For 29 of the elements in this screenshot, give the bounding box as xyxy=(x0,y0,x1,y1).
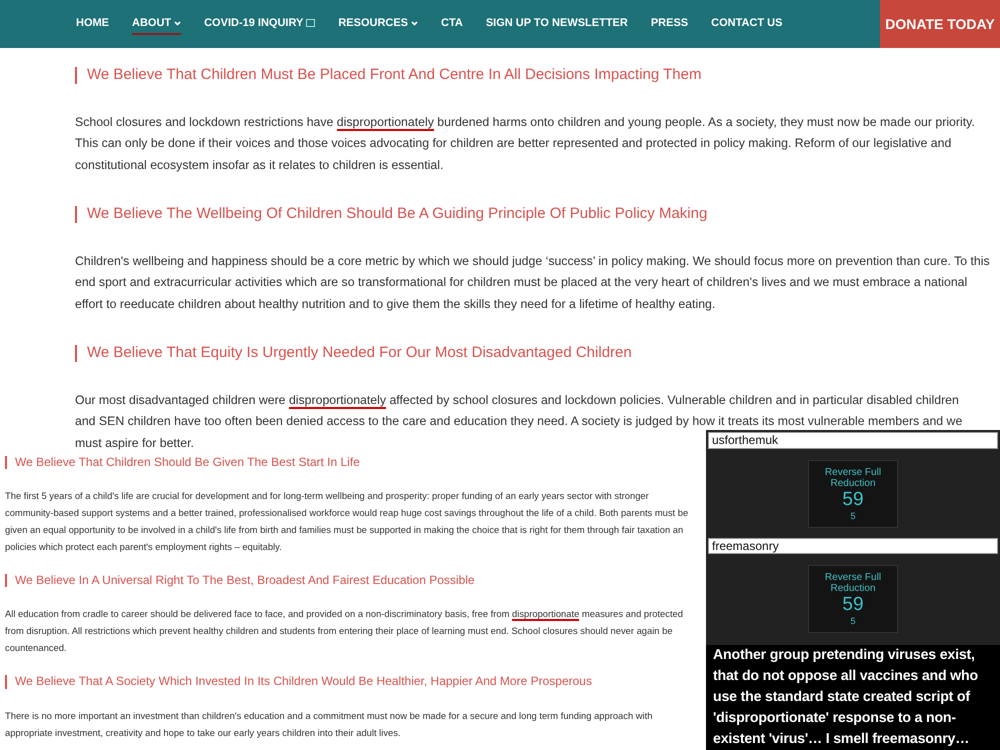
section-heading: We Believe That Children Should Be Given The Best Start In Life xyxy=(5,456,701,470)
score-value: 59 xyxy=(842,488,864,511)
nav-link[interactable]: SIGN UP TO NEWSLETTER xyxy=(486,13,628,35)
nav-link[interactable]: CONTACT US xyxy=(711,13,782,35)
section-heading: We Believe The Wellbeing Of Children Should Be A Guiding Principle Of Public Policy Making xyxy=(75,206,1000,222)
section-heading: We Believe That A Society Which Invested In Its Children Would Be Healthier, Happier And More Prosperous xyxy=(5,675,701,689)
paragraph: There is no more important an investment than children's education and a commitment must now be made for a secure and long term funding approach with appropriate investment, creativity and hope to take our early years children into their adult lives. xyxy=(5,708,654,740)
section-heading: We Believe That Equity Is Urgently Needed For Our Most Disadvantaged Children xyxy=(75,345,1000,362)
search-field[interactable]: freemasonry xyxy=(708,538,998,554)
card-title: Reverse Full Reduction xyxy=(824,572,882,594)
donate-button[interactable]: DONATE TODAY xyxy=(880,0,1000,48)
nav-link[interactable]: ABOUT xyxy=(132,13,182,35)
nav-link[interactable]: COVID-19 INQUIRY xyxy=(204,13,316,35)
section-heading: We Believe In A Universal Right To The Best, Broadest And Fairest Education Possible xyxy=(5,574,701,588)
caption-text: Another group pretending viruses exist, that do not oppose all vaccines and who use the standard state created script of 'disproportionate' response to a non-existent 'virus'… I smell freemasonry… xyxy=(706,645,1000,750)
paragraph: The first 5 years of a child's life are crucial for development and for long-term wellbeing and prosperity: proper funding of an early years sector with stronger community-based support systems and a better trained, professionalised workforce would reap huge cost savings throughout the life of a child. Both parents must be given an equal opportunity to be involved in a child's life from birth and families must be supported in making the choice that is right for them through fair taxation an policies which protect each parent's employment rights – equitably. xyxy=(5,489,690,554)
nav-link[interactable]: RESOURCES xyxy=(338,13,418,35)
card-title: Reverse Full Reduction xyxy=(824,466,882,489)
nav-link[interactable]: CTA xyxy=(441,13,463,35)
nav-link[interactable]: HOME xyxy=(76,13,109,35)
score-value: 59 xyxy=(842,594,864,616)
section-heading: We Believe That Children Must Be Placed Front And Centre In All Decisions Impacting Them xyxy=(75,67,1000,84)
nav-link[interactable]: PRESS xyxy=(650,13,688,35)
score-subvalue: 5 xyxy=(850,510,856,521)
score-subvalue: 5 xyxy=(850,616,856,626)
paragraph: Children's wellbeing and happiness should be a core metric by which we should judge ‘success’ in policy making. We should focus more on prevention than cure. To this end sport and extracurricular activities which are so transformational for children must be placed at the very heart of children's lives and we must embrace a national effort to reeducate children about healthy nutrition and to give them the skills they need for a lifetime of healthy eating. xyxy=(75,252,991,312)
paragraph: School closures and lockdown restrictions have disproportionately burdened harms onto children and young people. As a society, they must now be made our priority. This can only be done if their voices and those voices advocating for children are better represented and protected in policy making. Reform of our legislative and constitutional ecosystem insofar as it relates to children is essential. xyxy=(75,114,976,174)
paragraph: All education from cradle to career should be delivered face to face, and provided on a non-discriminatory basis, free from disproportionate measures and protected from disruption. All restrictions which prevent healthy children and students from entering their place of learning must end. School closures should never again be countenanced. xyxy=(5,607,684,656)
search-field[interactable]: usforthemuk xyxy=(708,432,998,449)
